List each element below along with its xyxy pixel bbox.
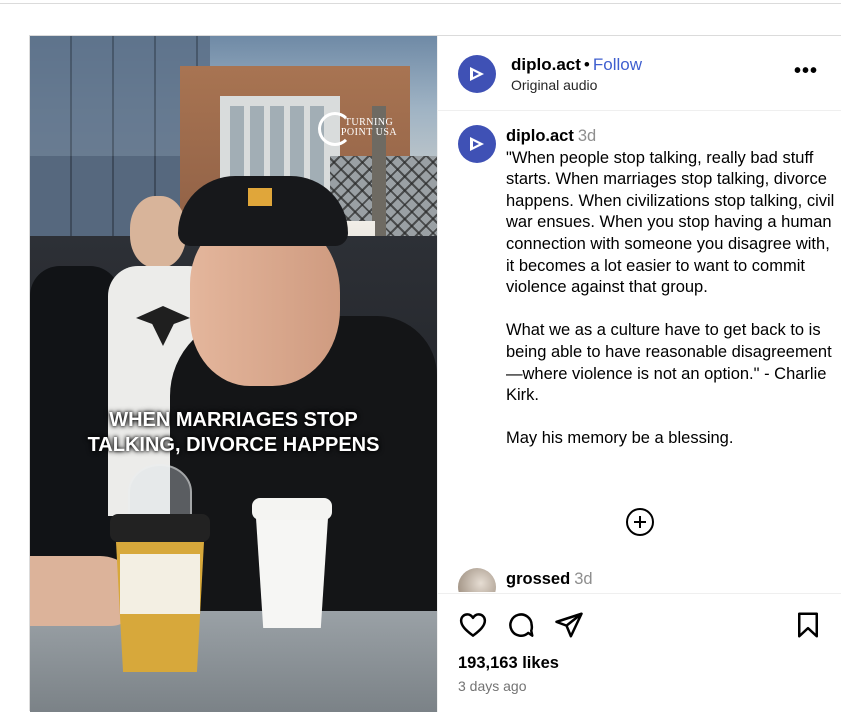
play-logo-icon: [470, 67, 484, 81]
video-subtitle: WHEN MARRIAGES STOP TALKING, DIVORCE HAP…: [30, 408, 437, 458]
add-comment-icon[interactable]: [626, 508, 654, 536]
list-item: grossed 3d: [458, 568, 838, 592]
likes-count[interactable]: 193,163 likes: [458, 654, 559, 673]
caption-paragraph: May his memory be a blessing.: [506, 429, 734, 448]
coffee-cup: [110, 464, 210, 674]
share-icon[interactable]: [554, 610, 584, 640]
post-header: diplo.act • Follow Original audio •••: [438, 36, 841, 111]
post-date: 3 days ago: [458, 678, 527, 694]
bookmark-icon[interactable]: [793, 610, 823, 640]
video-player[interactable]: TURNING POINT USA WHEN MARRIAGES STOP TA…: [30, 36, 437, 712]
username-link[interactable]: grossed: [506, 570, 570, 588]
caption-paragraph: What we as a culture have to get back to…: [506, 321, 832, 405]
username-link[interactable]: diplo.act: [506, 127, 574, 145]
timestamp: 3d: [574, 570, 593, 588]
video-subtitle-line: TALKING, DIVORCE HAPPENS: [87, 434, 380, 456]
coffee-cup: [252, 498, 332, 628]
timestamp: 3d: [577, 127, 597, 145]
separator: •: [583, 55, 590, 74]
avatar[interactable]: [458, 568, 496, 592]
follow-button[interactable]: Follow: [593, 55, 642, 74]
heart-icon[interactable]: [458, 610, 488, 640]
top-divider: [0, 0, 841, 4]
post-details-panel: diplo.act • Follow Original audio ••• dipl…: [437, 36, 841, 712]
caption-paragraph: "When people stop talking, really bad st…: [506, 148, 835, 297]
action-bar: 193,163 likes 3 days ago: [438, 593, 841, 712]
username-link[interactable]: diplo.act: [511, 55, 581, 74]
avatar[interactable]: [458, 125, 496, 163]
post-container: TURNING POINT USA WHEN MARRIAGES STOP TA…: [29, 35, 841, 712]
play-logo-icon: [470, 137, 484, 151]
video-subtitle-line: WHEN MARRIAGES STOP: [109, 409, 358, 431]
comments-section[interactable]: diplo.act 3d "When people stop talking, r…: [438, 112, 841, 592]
more-icon[interactable]: •••: [794, 60, 818, 83]
post-caption: diplo.act 3d "When people stop talking, r…: [506, 126, 836, 450]
video-watermark: TURNING POINT USA: [318, 110, 398, 154]
avatar[interactable]: [458, 55, 496, 93]
comment-icon[interactable]: [506, 610, 536, 640]
audio-link[interactable]: Original audio: [511, 77, 597, 93]
header-title: diplo.act • Follow: [511, 55, 642, 75]
